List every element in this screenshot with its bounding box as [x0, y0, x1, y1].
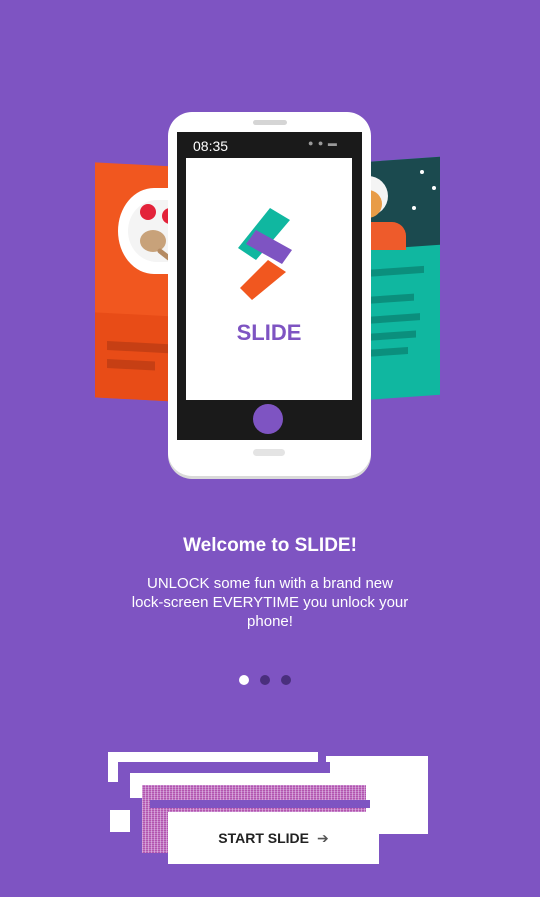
star-icon	[420, 170, 424, 174]
phone-home-button	[253, 404, 283, 434]
onboarding-illustration: 08:35 ● ● ▬ SLIDE	[0, 0, 540, 480]
slide-logo-text: SLIDE	[236, 320, 302, 345]
page-dot-active[interactable]	[239, 675, 249, 685]
phone-bottom-bar	[253, 449, 285, 456]
stack-gap	[150, 800, 370, 808]
onboarding-subtitle: UNLOCK some fun with a brand new lock-sc…	[131, 575, 409, 630]
slide-logo-icon	[238, 208, 292, 300]
stack-card-decoration	[110, 810, 130, 832]
page-dot[interactable]	[281, 675, 291, 685]
phone-speaker	[253, 120, 287, 125]
phone-status-time: 08:35	[193, 138, 229, 154]
start-slide-label: START SLIDE	[218, 830, 309, 846]
arrow-right-icon: ➔	[317, 829, 329, 846]
onboarding-title: Welcome to SLIDE!	[183, 535, 357, 556]
page-dot[interactable]	[260, 675, 270, 685]
star-icon	[412, 206, 416, 210]
start-slide-button[interactable]: START SLIDE ➔	[168, 812, 379, 864]
status-icons: ● ● ▬	[308, 138, 338, 148]
berry-icon	[140, 204, 156, 220]
star-icon	[432, 186, 436, 190]
